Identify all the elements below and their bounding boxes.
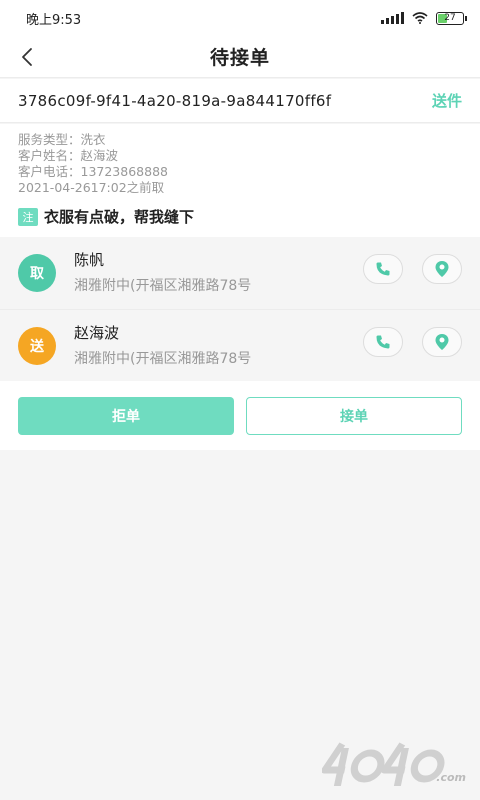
location-button[interactable]	[422, 327, 462, 357]
battery-level: 27	[444, 12, 456, 23]
back-button[interactable]	[14, 44, 40, 70]
delivery-tag: 送	[18, 327, 56, 365]
wifi-icon	[412, 12, 428, 24]
service-type: 服务类型：洗衣	[18, 132, 106, 147]
page-title: 待接单	[209, 47, 270, 69]
order-info: 服务类型：洗衣 客户姓名：赵海波 客户电话：13723868888 2021-0…	[0, 124, 480, 237]
pickup-tag: 取	[18, 254, 56, 292]
accept-button[interactable]: 接单	[246, 397, 462, 435]
watermark-logo: .com	[321, 736, 472, 792]
call-button[interactable]	[363, 327, 403, 357]
chevron-left-icon	[22, 48, 32, 66]
contact-delivery: 送 赵海波 湘雅附中(开福区湘雅路78号	[0, 310, 480, 382]
customer-phone: 客户电话：13723868888	[18, 164, 168, 179]
contact-info: 陈帆 湘雅附中(开福区湘雅路78号	[74, 250, 251, 296]
note-text: 衣服有点破，帮我缝下	[44, 208, 195, 226]
contact-address: 湘雅附中(开福区湘雅路78号	[74, 278, 252, 294]
reject-button[interactable]: 拒单	[18, 397, 234, 435]
call-button[interactable]	[363, 254, 403, 284]
contact-address: 湘雅附中(开福区湘雅路78号	[74, 351, 252, 367]
location-button[interactable]	[422, 254, 462, 284]
contact-name: 陈帆	[74, 251, 105, 269]
note-row: 注 衣服有点破，帮我缝下	[18, 206, 462, 227]
contacts-list: 取 陈帆 湘雅附中(开福区湘雅路78号 送 赵海波 湘雅附中(开福区湘雅路78号	[0, 237, 480, 381]
signal-icon	[381, 12, 404, 24]
contact-info: 赵海波 湘雅附中(开福区湘雅路78号	[74, 323, 251, 369]
phone-icon	[376, 262, 390, 276]
status-bar: 晚上9:53 27	[0, 0, 480, 36]
location-pin-icon	[435, 261, 449, 277]
location-pin-icon	[435, 334, 449, 350]
action-bar: 拒单 接单	[0, 381, 480, 450]
order-id: 3786c09f-9f41-4a20-819a-9a844170ff6f	[18, 91, 332, 110]
pickup-deadline: 2021-04-2617:02之前取	[18, 180, 165, 195]
watermark-domain: .com	[436, 771, 466, 784]
send-link[interactable]: 送件	[432, 90, 462, 111]
contact-name: 赵海波	[74, 324, 120, 342]
customer-name: 客户姓名：赵海波	[18, 148, 119, 163]
status-time: 晚上9:53	[26, 12, 82, 28]
nav-bar: 待接单	[0, 36, 480, 78]
battery-icon: 27	[436, 11, 467, 25]
order-id-row: 3786c09f-9f41-4a20-819a-9a844170ff6f 送件	[0, 79, 480, 123]
phone-icon	[376, 335, 390, 349]
contact-pickup: 取 陈帆 湘雅附中(开福区湘雅路78号	[0, 237, 480, 310]
status-icons: 27	[381, 11, 467, 25]
note-badge: 注	[18, 207, 38, 226]
